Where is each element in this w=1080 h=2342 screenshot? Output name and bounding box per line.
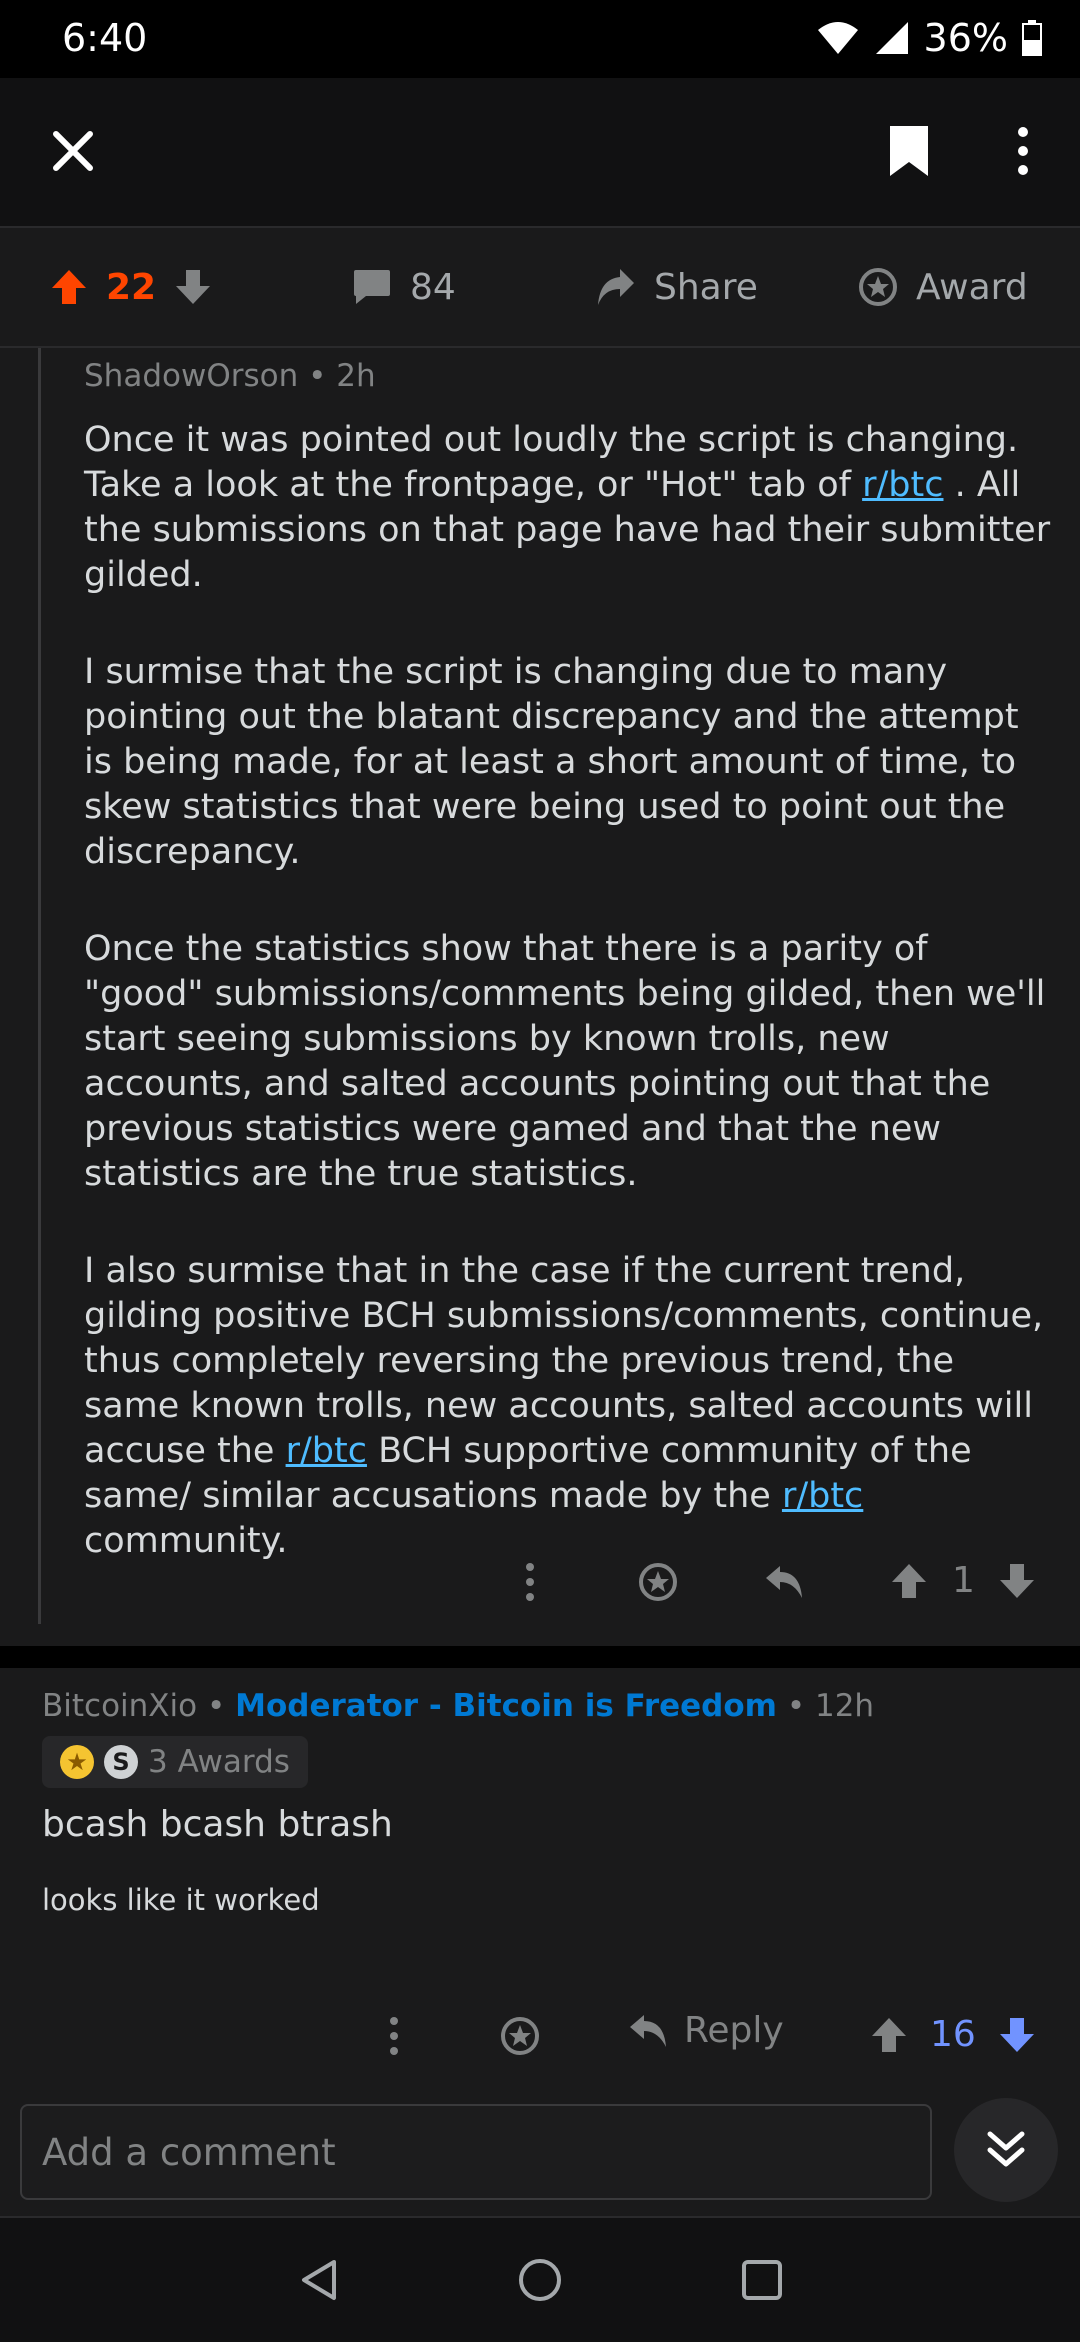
share-label: Share xyxy=(654,266,758,308)
gold-award-icon: ★ xyxy=(60,1745,94,1779)
comment-divider xyxy=(0,1646,1080,1668)
reply-button[interactable]: Reply xyxy=(628,2010,784,2051)
comment-age: 2h xyxy=(336,358,376,394)
home-icon[interactable] xyxy=(518,2258,562,2302)
comment-actions: 1 xyxy=(500,1542,1060,1622)
comment-paragraph: I also surmise that in the case if the c… xyxy=(84,1249,1054,1564)
award-icon[interactable] xyxy=(500,2016,540,2056)
scroll-next-button[interactable] xyxy=(954,2098,1058,2202)
comment-actions: Reply 16 xyxy=(370,1996,1060,2076)
comment: BitcoinXio • Moderator - Bitcoin is Free… xyxy=(42,1668,1042,1917)
back-icon[interactable] xyxy=(298,2258,342,2302)
app-bar xyxy=(0,78,1080,228)
comment-icon xyxy=(354,270,390,304)
awards-row: ★ S 3 Awards xyxy=(42,1736,1042,1788)
status-icons: 36% xyxy=(816,16,1042,60)
comment-score: 1 xyxy=(952,1560,975,1601)
comment-count: 84 xyxy=(410,266,456,308)
upvote-icon[interactable] xyxy=(890,1562,928,1600)
reply-icon xyxy=(630,2014,666,2047)
award-icon[interactable] xyxy=(638,1562,678,1602)
battery-percent: 36% xyxy=(923,16,1008,60)
subreddit-link[interactable]: r/btc xyxy=(862,465,943,505)
comments-button[interactable]: 84 xyxy=(352,228,456,346)
share-button[interactable]: Share xyxy=(594,228,758,346)
status-bar: 6:40 36% xyxy=(0,0,1080,78)
comment-meta: BitcoinXio • Moderator - Bitcoin is Free… xyxy=(42,1688,1042,1724)
more-vertical-icon[interactable] xyxy=(524,1562,536,1602)
battery-icon xyxy=(1022,20,1042,56)
comment-heading: bcash bcash btrash xyxy=(42,1804,393,1845)
comment: ShadowOrson • 2h Once it was pointed out… xyxy=(84,348,1054,1616)
comment-score: 16 xyxy=(930,2014,976,2055)
text-span: community. xyxy=(84,1521,288,1561)
more-options-button[interactable] xyxy=(980,108,1066,194)
subreddit-link[interactable]: r/btc xyxy=(782,1476,863,1516)
meta-separator: • xyxy=(308,358,337,394)
comment-paragraph: Once it was pointed out loudly the scrip… xyxy=(84,418,1054,598)
close-button[interactable] xyxy=(30,108,116,194)
post-score: 22 xyxy=(106,266,157,308)
downvote-icon[interactable] xyxy=(174,268,212,306)
award-icon xyxy=(859,268,897,306)
comment-author[interactable]: ShadowOrson xyxy=(84,358,298,394)
award-label: Award xyxy=(916,266,1028,308)
bookmark-icon xyxy=(890,126,928,176)
upvote-icon[interactable] xyxy=(50,268,88,306)
subreddit-link[interactable]: r/btc xyxy=(286,1431,367,1471)
post-action-bar: 22 84 Share Award xyxy=(0,228,1080,348)
comment-meta: ShadowOrson • 2h xyxy=(84,358,1054,394)
vote-group: 22 xyxy=(50,228,212,346)
comment-paragraph: I surmise that the script is changing du… xyxy=(84,652,1019,872)
comment-age: 12h xyxy=(814,1688,875,1724)
reply-label: Reply xyxy=(684,2010,784,2051)
wifi-icon xyxy=(817,22,858,54)
downvote-icon[interactable] xyxy=(998,2016,1036,2054)
comment-body: Once it was pointed out loudly the scrip… xyxy=(84,418,1054,1564)
comment-composer xyxy=(0,2090,1080,2216)
share-icon xyxy=(598,269,634,305)
recents-icon[interactable] xyxy=(740,2258,784,2302)
meta-separator: • xyxy=(786,1688,815,1724)
moderator-flair: Moderator - Bitcoin is Freedom xyxy=(235,1688,777,1724)
system-nav-bar xyxy=(0,2216,1080,2342)
more-vertical-icon[interactable] xyxy=(388,2016,400,2056)
reply-icon[interactable] xyxy=(764,1564,804,1600)
close-icon xyxy=(53,131,93,171)
comment-paragraph: Once the statistics show that there is a… xyxy=(84,929,1046,1194)
status-time: 6:40 xyxy=(62,16,148,60)
meta-separator: • xyxy=(206,1688,236,1724)
thread-line[interactable] xyxy=(38,348,41,1624)
comment-author[interactable]: BitcoinXio xyxy=(42,1688,197,1724)
award-button[interactable]: Award xyxy=(858,228,1028,346)
add-comment-input[interactable] xyxy=(20,2104,932,2200)
awards-badge[interactable]: ★ S 3 Awards xyxy=(42,1736,308,1788)
upvote-icon[interactable] xyxy=(870,2016,908,2054)
awards-label: 3 Awards xyxy=(148,1744,290,1780)
more-vertical-icon xyxy=(1018,127,1028,175)
comment-body: looks like it worked xyxy=(42,1883,320,1917)
silver-award-icon: S xyxy=(104,1745,138,1779)
cell-signal-icon xyxy=(875,22,908,54)
save-button[interactable] xyxy=(866,108,952,194)
double-chevron-down-icon xyxy=(987,2131,1025,2167)
downvote-icon[interactable] xyxy=(998,1562,1036,1600)
